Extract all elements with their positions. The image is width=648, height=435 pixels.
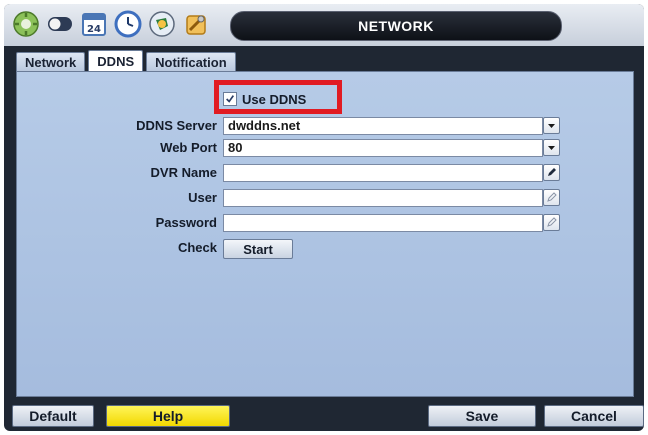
web-port-label: Web Port — [160, 140, 217, 155]
dvr-name-input[interactable] — [223, 164, 543, 182]
tab-notification[interactable]: Notification — [146, 52, 236, 71]
use-ddns-highlight-box — [214, 80, 342, 114]
web-port-row: Web Port 80 — [17, 139, 633, 157]
tab-bar: Network DDNS Notification — [16, 50, 236, 72]
svg-text:24: 24 — [87, 24, 101, 35]
password-row: Password — [17, 214, 633, 232]
user-edit-button[interactable] — [543, 189, 560, 206]
save-button[interactable]: Save — [428, 405, 536, 427]
user-row: User — [17, 189, 633, 207]
window-title: NETWORK — [230, 11, 562, 41]
tab-ddns[interactable]: DDNS — [88, 50, 144, 71]
ddns-server-row: DDNS Server dwddns.net — [17, 117, 633, 135]
calendar-icon[interactable]: 24 — [80, 10, 108, 38]
tab-network[interactable]: Network — [16, 52, 86, 71]
dvr-name-label: DVR Name — [150, 165, 217, 180]
web-port-select[interactable]: 80 — [223, 139, 543, 157]
title-bar: 24 NETWORK — [4, 4, 644, 46]
pencil-icon — [547, 217, 557, 227]
default-button[interactable]: Default — [12, 405, 94, 427]
check-label: Check — [177, 240, 217, 255]
dvr-name-row: DVR Name — [17, 164, 633, 182]
dvr-name-edit-button[interactable] — [543, 164, 560, 181]
check-row: Check — [17, 239, 633, 257]
chevron-down-icon — [548, 146, 555, 150]
settings-gear-icon[interactable] — [12, 10, 40, 38]
pencil-icon — [548, 168, 556, 176]
clock-icon[interactable] — [114, 10, 142, 38]
record-toggle-icon[interactable] — [46, 10, 74, 38]
chevron-down-icon — [548, 124, 555, 128]
help-button[interactable]: Help — [106, 405, 230, 427]
ddns-server-label: DDNS Server — [136, 118, 217, 133]
password-input[interactable] — [223, 214, 543, 232]
ddns-server-dropdown-button[interactable] — [543, 117, 560, 134]
ddns-server-select[interactable]: dwddns.net — [223, 117, 543, 135]
password-edit-button[interactable] — [543, 214, 560, 231]
network-globe-icon[interactable] — [148, 10, 176, 38]
cancel-button[interactable]: Cancel — [544, 405, 644, 427]
password-label: Password — [155, 215, 217, 230]
user-label: User — [188, 190, 217, 205]
start-check-button[interactable]: Start — [223, 239, 293, 259]
pencil-icon — [547, 192, 557, 202]
tools-icon[interactable] — [182, 10, 210, 38]
web-port-dropdown-button[interactable] — [543, 139, 560, 156]
ddns-settings-panel: Use DDNS DDNS Server dwddns.net Web Port… — [16, 71, 634, 397]
user-input[interactable] — [223, 189, 543, 207]
dvr-window: 24 NETWORK Network DDNS Notification Use… — [4, 4, 644, 431]
